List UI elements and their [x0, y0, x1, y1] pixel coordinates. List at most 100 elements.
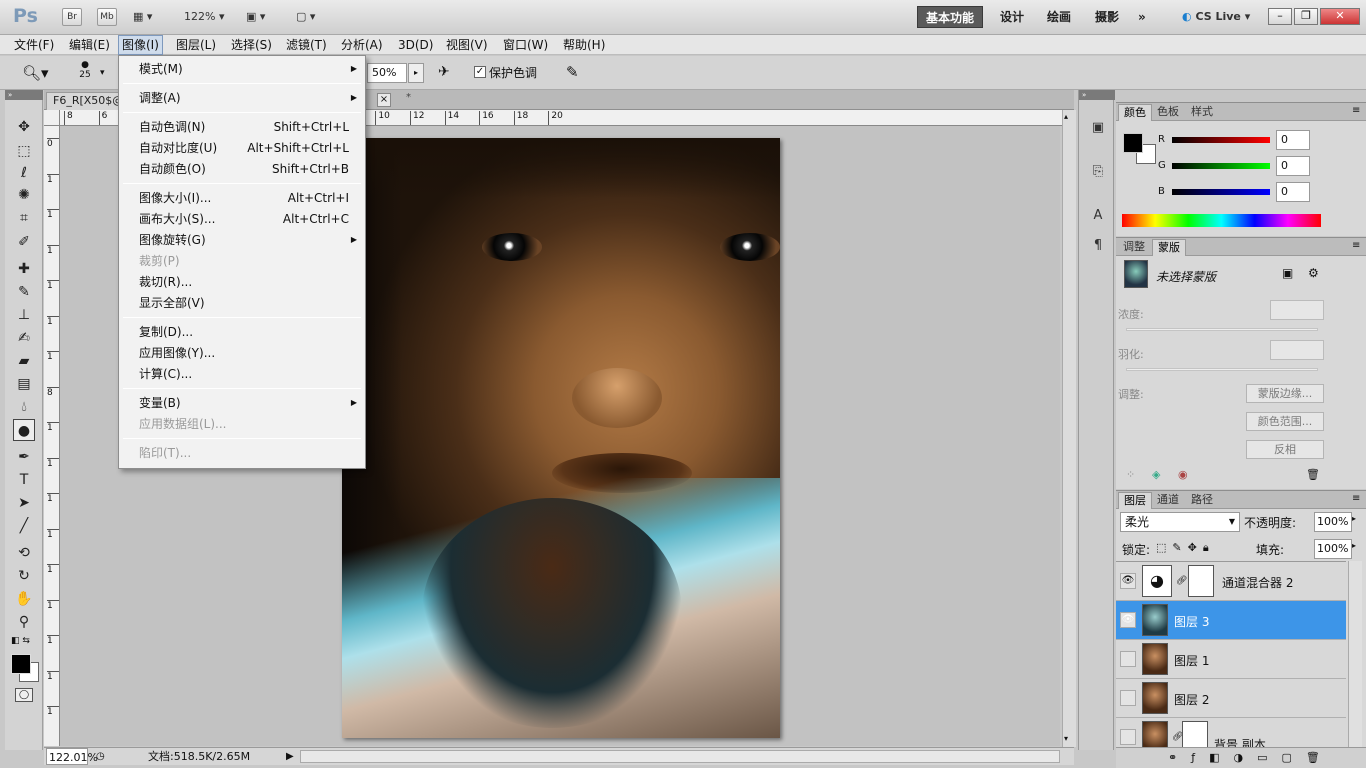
gradient-tool-icon[interactable]: ▤ [13, 373, 35, 395]
workspace-essentials[interactable]: 基本功能 [917, 6, 984, 28]
paragraph-panel-icon[interactable]: ¶ [1088, 236, 1108, 256]
status-menu-arrow-icon[interactable]: ▶ [286, 748, 294, 765]
marquee-tool-icon[interactable]: ⬚ [13, 140, 35, 162]
eye-toggle[interactable] [1120, 690, 1136, 706]
blue-slider[interactable] [1172, 189, 1270, 195]
red-value[interactable]: 0 [1276, 130, 1310, 150]
mask-edge-button[interactable]: 蒙版边缘... [1246, 384, 1324, 403]
eyedropper-tool-icon[interactable]: ✐ [13, 231, 35, 253]
blur-tool-icon[interactable]: 💧︎ [13, 396, 35, 418]
airbrush-icon[interactable]: ✈ [438, 64, 450, 80]
zoom-level-dropdown[interactable]: 122% ▾ [184, 10, 224, 23]
image-menu-item[interactable]: 自动颜色(O) Shift+Ctrl+B [139, 159, 349, 179]
scroll-up-icon[interactable]: ▴ [1064, 112, 1068, 121]
line-tool-icon[interactable]: ╱ [13, 515, 35, 537]
3d-orbit-icon[interactable]: ↻ [13, 565, 35, 587]
brush-dropdown-icon[interactable]: ▾ [100, 68, 105, 78]
tab-adjustments[interactable]: 调整 [1118, 239, 1150, 256]
opacity-slider-icon[interactable]: ▸ [1352, 514, 1356, 523]
blend-mode-dropdown[interactable]: 柔光 ▼ [1120, 512, 1240, 532]
layer-row[interactable]: 👁︎ 图层 3 [1116, 601, 1346, 640]
layers-footer-icons[interactable]: ⚭ƒ◧◑▭▢🗑︎ [1116, 747, 1366, 768]
load-selection-icon[interactable]: ⁘ [1126, 468, 1135, 481]
color-range-button[interactable]: 颜色范围... [1246, 412, 1324, 431]
layer-row[interactable]: 图层 1 [1116, 640, 1346, 679]
tab-styles[interactable]: 样式 [1186, 104, 1218, 121]
screen-mode-icon[interactable]: ▢ ▾ [296, 10, 315, 23]
menu-file[interactable]: 文件(F) [11, 35, 57, 55]
menu-image[interactable]: 图像(I) [118, 35, 163, 55]
workspace-photography[interactable]: 摄影 [1087, 6, 1127, 28]
image-menu-item[interactable]: 裁切(R)... [139, 272, 349, 292]
tab-color[interactable]: 颜色 [1118, 104, 1152, 121]
layer-row[interactable]: 🔗︎ 背景 副本 [1116, 718, 1346, 747]
healing-brush-icon[interactable]: ✚ [13, 258, 35, 280]
zoom-field[interactable]: 122.01% [46, 748, 98, 765]
minimize-icon[interactable]: – [1268, 8, 1292, 25]
menu-help[interactable]: 帮助(H) [560, 35, 608, 55]
menu-analysis[interactable]: 分析(A) [338, 35, 386, 55]
eye-icon[interactable]: 👁︎ [1120, 612, 1136, 628]
green-slider[interactable] [1172, 163, 1270, 169]
image-menu-item[interactable]: 画布大小(S)... Alt+Ctrl+C [139, 209, 349, 229]
default-colors-icon[interactable]: ◧ ⇆ [11, 636, 30, 646]
green-value[interactable]: 0 [1276, 156, 1310, 176]
tab-paths[interactable]: 路径 [1186, 492, 1218, 509]
feather-slider[interactable] [1126, 368, 1318, 371]
image-menu-item[interactable]: 图像旋转(G) ▶ [139, 230, 357, 250]
fill-field[interactable]: 100% [1314, 539, 1352, 559]
clone-stamp-icon[interactable]: ⊥ [13, 304, 35, 326]
cs-live-button[interactable]: ◐ CS Live ▾ [1182, 10, 1250, 23]
quick-selection-icon[interactable]: ✺ [13, 184, 35, 206]
workspace-painting[interactable]: 绘画 [1039, 6, 1079, 28]
image-menu-item[interactable]: 自动色调(N) Shift+Ctrl+L [139, 117, 349, 137]
tab-channels[interactable]: 通道 [1152, 492, 1184, 509]
3d-rotate-icon[interactable]: ⟲ [13, 542, 35, 564]
view-extras-icon[interactable]: ▦ ▾ [133, 10, 152, 23]
crop-tool-icon[interactable]: ⌗ [13, 207, 35, 229]
menu-view[interactable]: 视图(V) [443, 35, 491, 55]
arrange-documents-icon[interactable]: ▣ ▾ [246, 10, 265, 23]
fill-slider-icon[interactable]: ▸ [1352, 541, 1356, 550]
history-brush-icon[interactable]: ✍ [13, 327, 35, 349]
dodge-tool-icon[interactable]: ● [13, 419, 35, 441]
foreground-color-swatch[interactable] [11, 654, 31, 674]
image-menu-item[interactable]: 自动对比度(U) Alt+Shift+Ctrl+L [139, 138, 349, 158]
document-tab[interactable]: F6_R[X50$@ [46, 92, 122, 110]
image-menu-item[interactable]: 调整(A) ▶ [139, 88, 357, 108]
menu-layer[interactable]: 图层(L) [173, 35, 219, 55]
eraser-tool-icon[interactable]: ▰ [13, 350, 35, 372]
move-tool-icon[interactable]: ✥ [13, 116, 35, 138]
disable-mask-icon[interactable]: ◉ [1178, 468, 1188, 481]
masks-menu-icon[interactable]: ≡ [1352, 240, 1360, 251]
exposure-slider-icon[interactable]: ▸ [408, 63, 424, 83]
image-menu-item[interactable]: 变量(B) ▶ [139, 393, 357, 413]
brush-tool-icon[interactable]: ✎ [13, 281, 35, 303]
invert-button[interactable]: 反相 [1246, 440, 1324, 459]
image-menu-item[interactable]: 复制(D)... [139, 322, 349, 342]
vertical-scrollbar[interactable]: ▴ ▾ [1062, 110, 1076, 747]
eye-icon[interactable]: 👁︎ [1120, 573, 1136, 589]
image-menu-item[interactable]: 计算(C)... [139, 364, 349, 384]
type-tool-icon[interactable]: T [13, 469, 35, 491]
tab-swatches[interactable]: 色板 [1152, 104, 1184, 121]
lasso-tool-icon[interactable]: ℓ [13, 162, 35, 184]
image-menu-item[interactable]: 应用图像(Y)... [139, 343, 349, 363]
opacity-field[interactable]: 100% [1314, 512, 1352, 532]
document-image[interactable] [342, 138, 780, 738]
protect-tones-checkbox[interactable]: ✓ [474, 66, 486, 78]
lock-icons[interactable]: ⬚✎✥🔒︎ [1156, 541, 1215, 555]
close-tab-icon[interactable]: × [377, 93, 391, 107]
scroll-down-icon[interactable]: ▾ [1064, 734, 1068, 743]
hand-tool-icon[interactable]: ✋ [13, 588, 35, 610]
layers-menu-icon[interactable]: ≡ [1352, 493, 1360, 504]
image-menu-item[interactable]: 显示全部(V) [139, 293, 349, 313]
blue-value[interactable]: 0 [1276, 182, 1310, 202]
eye-toggle[interactable] [1120, 651, 1136, 667]
apply-mask-icon[interactable]: ◈ [1152, 468, 1160, 481]
mini-bridge-panel-icon[interactable]: ▣ [1088, 118, 1108, 138]
horizontal-scrollbar[interactable] [300, 750, 1060, 763]
tool-preset-icon[interactable]: 🔍︎▾ [22, 64, 49, 82]
density-field[interactable] [1270, 300, 1324, 320]
red-slider[interactable] [1172, 137, 1270, 143]
